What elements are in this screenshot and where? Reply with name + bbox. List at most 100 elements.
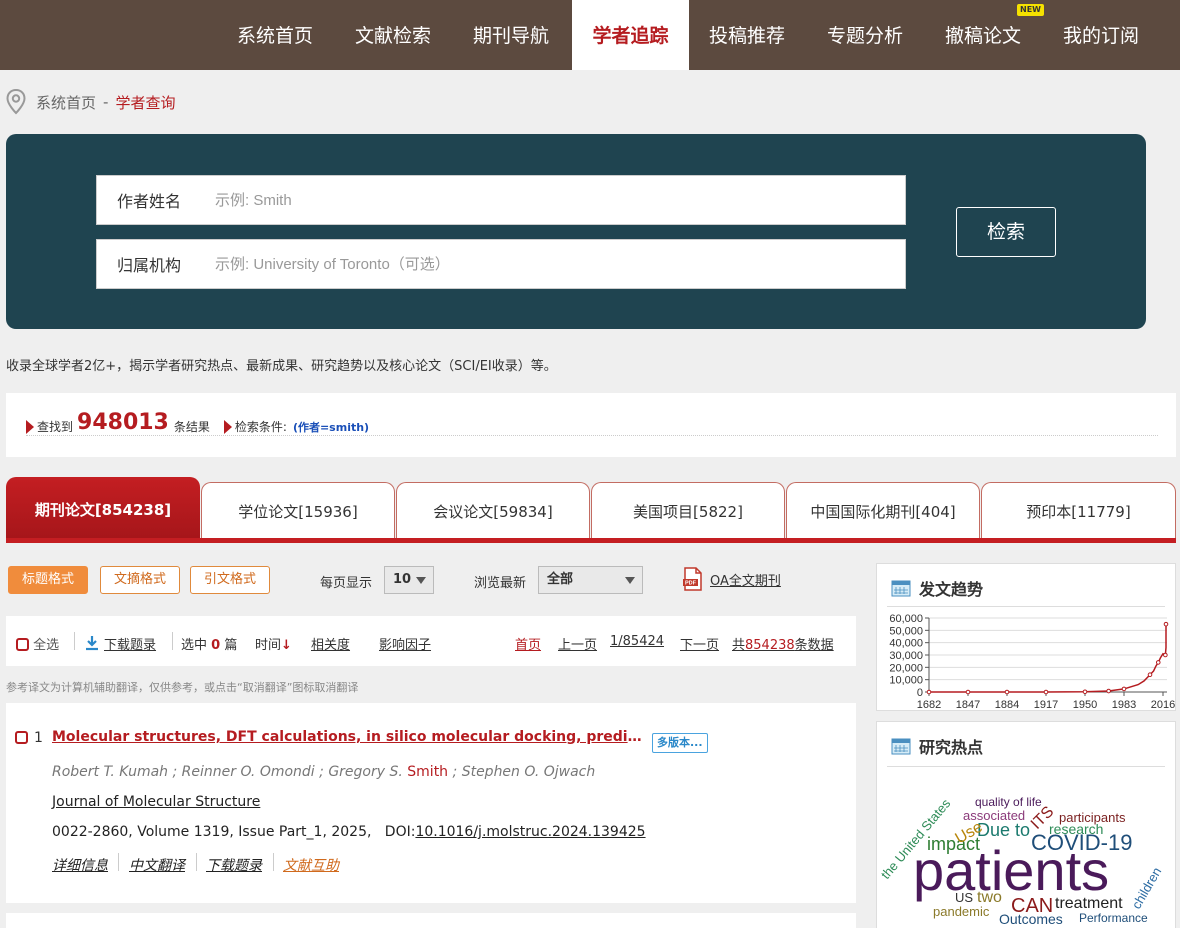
y-tick-label: 10,000 xyxy=(889,675,923,687)
nav-label: 文献检索 xyxy=(354,25,431,47)
nav-label: 投稿推荐 xyxy=(708,25,785,47)
selected-prefix: 选中 xyxy=(181,638,208,653)
calendar-chart-icon xyxy=(891,580,911,597)
nav-label: 系统首页 xyxy=(236,25,313,47)
browse-latest-select[interactable]: 全部 xyxy=(538,566,643,594)
translation-note: 参考译文为计算机辅助翻译，仅供参考，或点击“取消翻译”图标取消翻译 xyxy=(6,681,359,694)
divider xyxy=(172,632,173,650)
word-cloud-term[interactable]: US xyxy=(955,890,973,905)
search-button[interactable]: 检索 xyxy=(956,207,1056,257)
word-cloud-term[interactable]: participants xyxy=(1059,810,1126,825)
download-records-button[interactable]: 下载题录 xyxy=(84,634,156,653)
tab-journal-papers[interactable]: 期刊论文[854238] xyxy=(6,477,200,540)
breadcrumb-home[interactable]: 系统首页 xyxy=(36,92,96,113)
org-field: 归属机构 xyxy=(96,239,906,289)
translate-link[interactable]: 中文翻译 xyxy=(129,855,185,875)
nav-literature-search[interactable]: 文献检索 xyxy=(340,0,446,70)
sort-by-time[interactable]: 时间↓ xyxy=(255,634,292,653)
trend-point xyxy=(965,689,971,695)
per-page-value: 10 xyxy=(393,572,412,587)
page-indicator[interactable]: 1/85424 xyxy=(610,634,664,649)
x-tick-label: 1682 xyxy=(917,699,941,710)
word-cloud-term[interactable]: Outcomes xyxy=(999,911,1063,927)
next-page-link[interactable]: 下一页 xyxy=(680,634,719,653)
per-page-select[interactable]: 10 xyxy=(384,566,434,594)
abstract-format-button[interactable]: 文摘格式 xyxy=(100,566,180,594)
tab-theses[interactable]: 学位论文[15936] xyxy=(201,482,395,540)
org-input[interactable] xyxy=(215,240,905,288)
oa-label: OA全文期刊 xyxy=(710,573,781,589)
author-name[interactable]: Stephen O. Ojwach xyxy=(462,764,596,780)
selected-suffix: 篇 xyxy=(224,638,238,653)
sort-by-relevance[interactable]: 相关度 xyxy=(311,634,350,653)
result-type-tabs: 期刊论文[854238] 学位论文[15936] 会议论文[59834] 美国项… xyxy=(6,477,1176,543)
per-page-label: 每页显示 xyxy=(320,576,373,591)
trend-point xyxy=(1163,621,1169,627)
first-page-link[interactable]: 首页 xyxy=(515,634,541,653)
tab-china-intl-journals[interactable]: 中国国际化期刊[404] xyxy=(786,482,980,540)
tab-preprints[interactable]: 预印本[11779] xyxy=(981,482,1176,540)
doc-assist-link[interactable]: 文献互助 xyxy=(283,855,339,875)
found-suffix: 条结果 xyxy=(173,420,210,434)
word-cloud-term[interactable]: Performance xyxy=(1079,911,1148,925)
nav-journal-guide[interactable]: 期刊导航 xyxy=(458,0,564,70)
result-record-next xyxy=(6,913,856,928)
total-suffix: 条数据 xyxy=(794,638,834,653)
trend-point xyxy=(1043,689,1049,695)
word-cloud-term[interactable]: treatment xyxy=(1055,895,1123,912)
y-tick-label: 40,000 xyxy=(889,638,923,650)
nav-label: 专题分析 xyxy=(826,25,903,47)
total-prefix: 共 xyxy=(732,638,746,653)
versions-button[interactable]: 多版本... xyxy=(652,733,708,753)
record-title[interactable]: Molecular structures, DFT calculations, … xyxy=(52,729,642,745)
selected-count-text: 选中 0 篇 xyxy=(181,634,237,653)
word-cloud-term[interactable]: children xyxy=(1129,865,1165,912)
author-highlight[interactable]: Smith xyxy=(407,764,448,780)
nav-home[interactable]: 系统首页 xyxy=(222,0,328,70)
word-cloud-term[interactable]: Due to xyxy=(977,820,1030,840)
record-checkbox[interactable] xyxy=(15,731,28,744)
word-cloud: patientsCOVID-19impactDue toITSCAN treatm… xyxy=(878,795,1165,927)
prev-page-link[interactable]: 上一页 xyxy=(558,634,597,653)
nav-scholar-tracking[interactable]: 学者追踪 xyxy=(572,0,689,70)
divider xyxy=(273,853,274,871)
select-all[interactable]: 全选 xyxy=(16,634,59,653)
record-index: 1 xyxy=(34,730,43,746)
nav-topic-analysis[interactable]: 专题分析 xyxy=(812,0,918,70)
author-name[interactable]: Reinner O. Omondi xyxy=(182,764,315,780)
word-cloud-term[interactable]: pandemic xyxy=(933,904,990,919)
details-link[interactable]: 详细信息 xyxy=(52,855,108,875)
breadcrumb-current: 学者查询 xyxy=(115,93,176,112)
sort-by-impact-factor[interactable]: 影响因子 xyxy=(379,634,431,653)
author-name[interactable]: Robert T. Kumah xyxy=(52,764,168,780)
doi-link[interactable]: 10.1016/j.molstruc.2024.139425 xyxy=(415,824,645,840)
nav-label: 撤稿论文 xyxy=(944,25,1021,47)
trend-point xyxy=(1121,686,1127,692)
tab-conference-papers[interactable]: 会议论文[59834] xyxy=(396,482,590,540)
triangle-marker-icon xyxy=(26,420,34,434)
nav-retracted-papers[interactable]: 撤稿论文 NEW xyxy=(930,0,1044,70)
y-tick-label: 30,000 xyxy=(889,650,923,662)
breadcrumb: 系统首页 - 学者查询 xyxy=(6,88,175,116)
record-journal[interactable]: Journal of Molecular Structure xyxy=(52,794,260,810)
trend-point xyxy=(1004,689,1010,695)
title-format-button[interactable]: 标题格式 xyxy=(8,566,88,594)
select-all-checkbox[interactable] xyxy=(16,638,29,651)
author-field: 作者姓名 xyxy=(96,175,906,225)
download-record-link[interactable]: 下载题录 xyxy=(206,855,262,875)
nav-submission-recommend[interactable]: 投稿推荐 xyxy=(694,0,800,70)
author-input[interactable] xyxy=(215,176,905,224)
x-tick-label: 1884 xyxy=(995,699,1019,710)
location-pin-icon xyxy=(6,89,26,115)
trend-point xyxy=(1106,688,1111,694)
oa-journals-link[interactable]: PDF OA全文期刊 xyxy=(682,567,781,591)
citation-format-button[interactable]: 引文格式 xyxy=(190,566,270,594)
word-cloud-term[interactable]: quality of life xyxy=(975,795,1042,809)
y-tick-label: 60,000 xyxy=(889,613,923,625)
total-records: 共854238条数据 xyxy=(732,634,834,653)
author-separator: ; xyxy=(314,764,329,780)
author-name[interactable]: Gregory S. xyxy=(328,764,403,780)
tab-us-projects[interactable]: 美国项目[5822] xyxy=(591,482,785,540)
tab-underline xyxy=(6,538,1176,543)
nav-my-subscriptions[interactable]: 我的订阅 xyxy=(1048,0,1154,70)
